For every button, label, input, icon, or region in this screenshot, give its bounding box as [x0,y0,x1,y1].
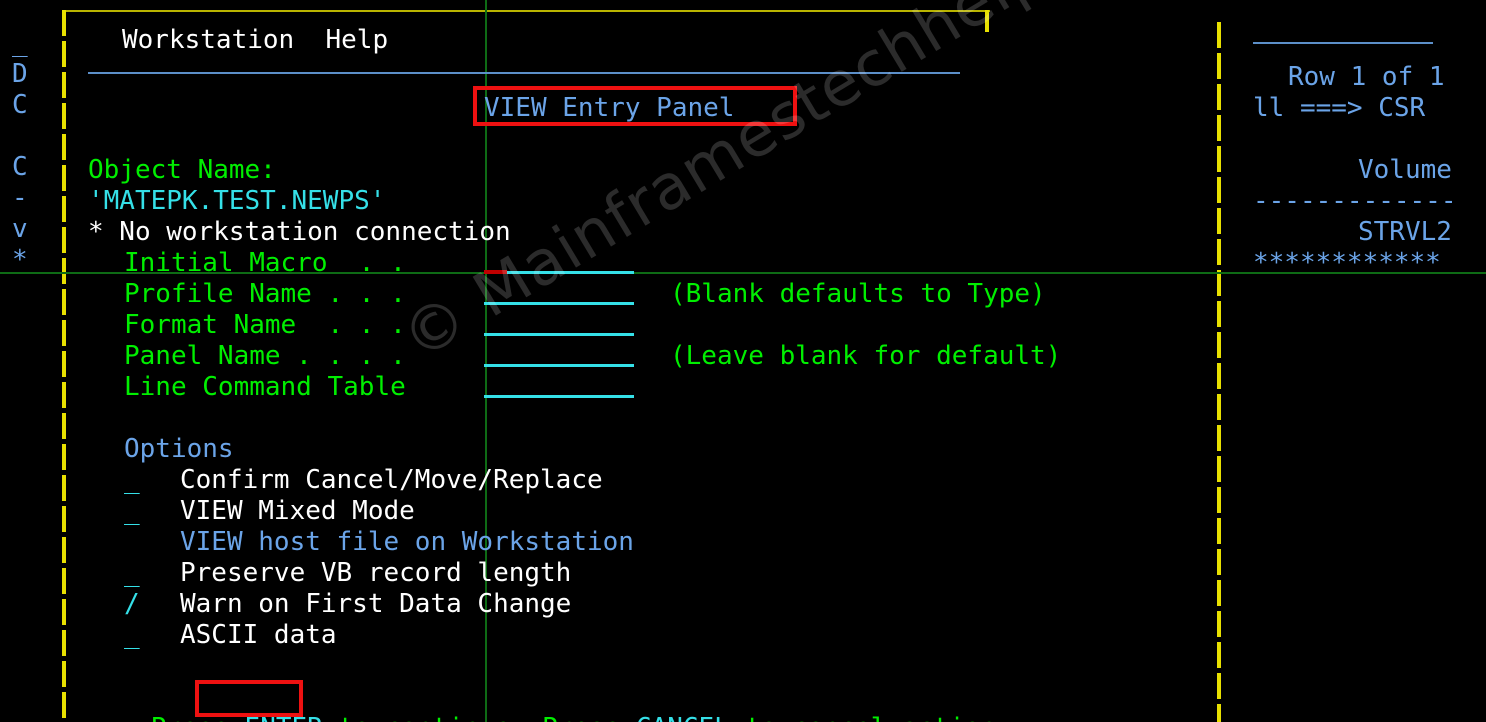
object-name-value[interactable]: 'MATEPK.TEST.NEWPS' [88,186,385,217]
gutter-row-5[interactable]: - [12,183,28,214]
gutter-row-2[interactable]: C [12,90,28,121]
field-hint-panel-name: (Leave blank for default) [670,341,1062,371]
field-input-panel-name[interactable] [484,364,634,367]
workstation-connection-note: * No workstation connection [88,217,511,247]
field-label-initial-macro: Initial Macro . . [124,248,406,278]
terminal-screen: _ D C C - v * Workstation Help VIEW Entr… [0,0,1486,722]
enter-key-highlight-box [195,680,303,717]
panel-title-highlight-box [473,86,797,126]
option-checkbox-ascii-data[interactable]: _ [124,620,140,651]
popup-title: Workstation Help [122,25,389,55]
option-checkbox-view-mixed-mode[interactable]: _ [124,496,140,527]
field-label-panel-name: Panel Name . . . . [124,341,406,371]
option-checkbox-preserve-vb-record-length[interactable]: _ [124,558,140,589]
window-border-left [62,10,66,722]
scroll-line[interactable]: ll ===> CSR [1253,93,1425,124]
text-cursor [484,270,507,274]
gutter-row-1[interactable]: D [12,59,28,90]
option-label-ascii-data: ASCII data [180,620,337,650]
field-hint-profile-name: (Blank defaults to Type) [670,279,1046,309]
cancel-key-label[interactable]: CANCEL [636,713,730,722]
popup-title-underline [88,72,960,74]
option-checkbox-confirm-cancel-move-replace[interactable]: _ [124,465,140,496]
end-of-data-marker: ************ [1253,248,1441,278]
field-label-line-command-table: Line Command Table [124,372,406,402]
options-heading: Options [124,434,234,464]
window-border-top [62,10,990,12]
window-border-right [1217,22,1221,722]
volume-value: STRVL2 [1358,217,1452,247]
volume-header: Volume [1358,155,1452,185]
volume-dashes: ------------- [1253,186,1457,216]
option-label-view-mixed-mode: VIEW Mixed Mode [180,496,415,526]
gutter-row-6[interactable]: v [12,214,28,245]
option-label-preserve-vb-record-length: Preserve VB record length [180,558,572,588]
gutter-row-0[interactable]: _ [12,28,28,59]
footer-text-2: to continue. Press [323,713,636,722]
right-panel-underline [1253,42,1433,44]
gutter-row-4[interactable]: C [12,152,28,183]
field-input-profile-name[interactable] [484,302,634,305]
row-status: Row 1 of 1 [1288,62,1445,92]
option-label-warn-on-first-data-change: Warn on First Data Change [180,589,572,619]
field-input-line-command-table[interactable] [484,395,634,398]
option-checkbox-warn-on-first-data-change[interactable]: / [124,589,140,620]
field-label-profile-name: Profile Name . . . [124,279,406,309]
gutter-row-7[interactable]: * [12,245,28,276]
field-label-format-name: Format Name . . . [124,310,406,340]
footer-text-3: to cancel action. [730,713,1011,722]
option-label-confirm-cancel-move-replace: Confirm Cancel/Move/Replace [180,465,603,495]
object-name-label: Object Name: [88,155,276,185]
option-label-view-host-file-on-workstation: VIEW host file on Workstation [180,527,634,557]
field-input-format-name[interactable] [484,333,634,336]
window-border-top-stub [985,10,989,32]
